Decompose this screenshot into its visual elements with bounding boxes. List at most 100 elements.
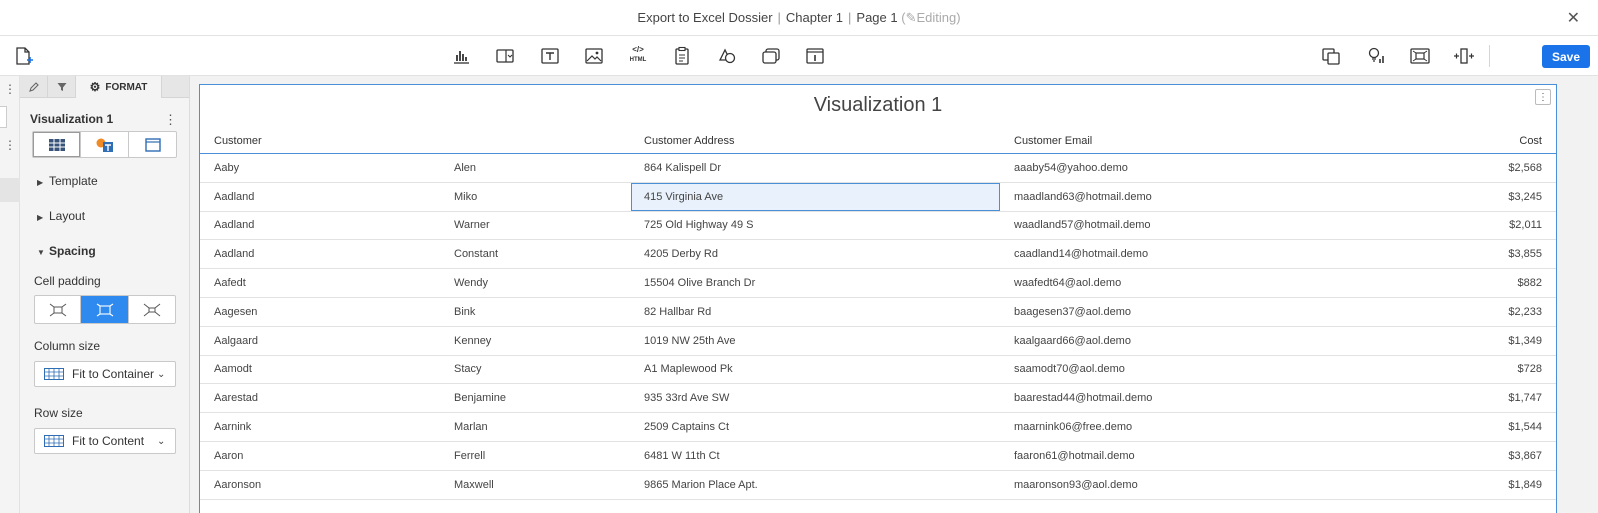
first-name-cell[interactable]: Wendy [454, 269, 488, 297]
chart-icon[interactable] [450, 46, 472, 66]
last-name-cell[interactable]: Aadland [214, 212, 254, 240]
email-cell[interactable]: aaaby54@yahoo.demo [1014, 154, 1128, 182]
email-cell[interactable]: saamodt70@aol.demo [1014, 356, 1125, 384]
last-name-cell[interactable]: Aalgaard [214, 327, 258, 355]
close-icon[interactable]: ✕ [1567, 8, 1580, 28]
padding-large-button[interactable] [129, 296, 175, 323]
first-name-cell[interactable]: Stacy [454, 356, 482, 384]
last-name-cell[interactable]: Aagesen [214, 298, 257, 326]
email-cell[interactable]: waadland57@hotmail.demo [1014, 212, 1151, 240]
last-name-cell[interactable]: Aaron [214, 442, 243, 470]
cost-cell[interactable]: $3,867 [1508, 442, 1542, 470]
address-cell[interactable]: 15504 Olive Branch Dr [644, 269, 755, 297]
address-cell[interactable]: 82 Hallbar Rd [644, 298, 711, 326]
insert-column-icon[interactable] [1453, 46, 1475, 66]
cost-cell[interactable]: $1,747 [1508, 384, 1542, 412]
collapsed-tab[interactable] [0, 106, 7, 128]
container-target-button[interactable] [129, 132, 176, 157]
column-header[interactable]: Customer Email [1014, 129, 1092, 153]
address-cell[interactable]: A1 Maplewood Pk [644, 356, 733, 384]
address-cell[interactable]: 725 Old Highway 49 S [644, 212, 753, 240]
new-page-icon[interactable] [12, 46, 34, 66]
column-header[interactable]: Customer [214, 129, 262, 153]
last-name-cell[interactable]: Aarestad [214, 384, 258, 412]
html-icon[interactable]: </> HTML [627, 46, 649, 66]
filter-tab[interactable] [48, 76, 76, 98]
table-row[interactable]: Aafedt Wendy 15504 Olive Branch Dr waafedt6… [200, 269, 1556, 298]
section-template[interactable]: ▶ Template [37, 174, 98, 188]
table-row[interactable]: Aagesen Bink 82 Hallbar Rd baagesen37@aol.d… [200, 298, 1556, 327]
address-cell[interactable]: 935 33rd Ave SW [644, 384, 729, 412]
email-cell[interactable]: baarestad44@hotmail.demo [1014, 384, 1152, 412]
cost-cell[interactable]: $1,544 [1508, 413, 1542, 441]
duplicate-icon[interactable] [1320, 46, 1342, 66]
last-name-cell[interactable]: Aadland [214, 183, 254, 211]
section-layout[interactable]: ▶ Layout [37, 209, 85, 223]
first-name-cell[interactable]: Bink [454, 298, 475, 326]
cost-cell[interactable]: $2,568 [1508, 154, 1542, 182]
collapsed-item-highlight[interactable] [0, 178, 20, 202]
address-cell[interactable]: 4205 Derby Rd [644, 240, 718, 268]
bulb-insights-icon[interactable] [1365, 46, 1387, 66]
address-cell[interactable]: 415 Virginia Ave [644, 183, 723, 211]
text-icon[interactable] [539, 46, 561, 66]
cost-cell[interactable]: $2,233 [1508, 298, 1542, 326]
table-row[interactable]: Aaby Alen 864 Kalispell Dr aaaby54@yahoo.de… [200, 154, 1556, 183]
email-cell[interactable]: faaron61@hotmail.demo [1014, 442, 1135, 470]
first-name-cell[interactable]: Kenney [454, 327, 491, 355]
panel-more-icon[interactable]: ⋮ [164, 112, 177, 128]
fit-to-window-icon[interactable] [1409, 46, 1431, 66]
email-cell[interactable]: maadland63@hotmail.demo [1014, 183, 1152, 211]
email-cell[interactable]: kaalgaard66@aol.demo [1014, 327, 1131, 355]
last-name-cell[interactable]: Aamodt [214, 356, 252, 384]
text-format-target-button[interactable] [81, 132, 129, 157]
first-name-cell[interactable]: Maxwell [454, 471, 494, 499]
image-icon[interactable] [583, 46, 605, 66]
column-header[interactable]: Cost [1519, 129, 1542, 153]
more-icon[interactable]: ⋮ [4, 82, 16, 96]
first-name-cell[interactable]: Benjamine [454, 384, 506, 412]
table-row[interactable]: Aamodt Stacy A1 Maplewood Pk saamodt70@aol.… [200, 356, 1556, 385]
last-name-cell[interactable]: Aafedt [214, 269, 246, 297]
save-button[interactable]: Save [1542, 45, 1590, 68]
first-name-cell[interactable]: Miko [454, 183, 477, 211]
email-cell[interactable]: caadland14@hotmail.demo [1014, 240, 1148, 268]
table-row[interactable]: Aarnink Marlan 2509 Captains Ct maarnink06@… [200, 413, 1556, 442]
padding-small-button[interactable] [35, 296, 82, 323]
first-name-cell[interactable]: Warner [454, 212, 490, 240]
address-cell[interactable]: 9865 Marion Place Apt. [644, 471, 758, 499]
address-cell[interactable]: 864 Kalispell Dr [644, 154, 721, 182]
address-cell[interactable]: 2509 Captains Ct [644, 413, 729, 441]
last-name-cell[interactable]: Aaby [214, 154, 239, 182]
email-cell[interactable]: baagesen37@aol.demo [1014, 298, 1131, 326]
address-cell[interactable]: 1019 NW 25th Ave [644, 327, 736, 355]
clipboard-icon[interactable] [671, 46, 693, 66]
last-name-cell[interactable]: Aarnink [214, 413, 251, 441]
column-size-dropdown[interactable]: Fit to Container ⌄ [34, 361, 176, 387]
visualization-more-icon[interactable]: ⋮ [1535, 89, 1551, 105]
padding-medium-button[interactable] [81, 296, 129, 323]
cost-cell[interactable]: $1,349 [1508, 327, 1542, 355]
format-tab[interactable]: ⚙ FORMAT [76, 76, 162, 98]
table-row[interactable]: Aaron Ferrell 6481 W 11th Ct faaron61@hotma… [200, 442, 1556, 471]
table-row[interactable]: Aaronson Maxwell 9865 Marion Place Apt. maa… [200, 471, 1556, 500]
last-name-cell[interactable]: Aadland [214, 240, 254, 268]
column-header[interactable]: Customer Address [644, 129, 734, 153]
address-cell[interactable]: 6481 W 11th Ct [644, 442, 720, 470]
cost-cell[interactable]: $2,011 [1509, 212, 1542, 240]
cost-cell[interactable]: $3,855 [1508, 240, 1542, 268]
first-name-cell[interactable]: Marlan [454, 413, 488, 441]
cost-cell[interactable]: $882 [1518, 269, 1542, 297]
panel-stack-icon[interactable] [760, 46, 782, 66]
first-name-cell[interactable]: Ferrell [454, 442, 485, 470]
visualization-container[interactable]: Visualization 1 ⋮ Customer Customer Addr… [199, 84, 1557, 513]
table-row[interactable]: Aarestad Benjamine 935 33rd Ave SW baaresta… [200, 384, 1556, 414]
table-row[interactable]: Aalgaard Kenney 1019 NW 25th Ave kaalgaard6… [200, 327, 1556, 356]
last-name-cell[interactable]: Aaronson [214, 471, 261, 499]
table-row[interactable]: Aadland Constant 4205 Derby Rd caadland14@h… [200, 240, 1556, 270]
email-cell[interactable]: waafedt64@aol.demo [1014, 269, 1121, 297]
email-cell[interactable]: maarnink06@free.demo [1014, 413, 1132, 441]
cost-cell[interactable]: $1,849 [1508, 471, 1542, 499]
table-row[interactable]: Aadland Warner 725 Old Highway 49 S waadlan… [200, 212, 1556, 241]
cost-cell[interactable]: $3,245 [1508, 183, 1542, 211]
